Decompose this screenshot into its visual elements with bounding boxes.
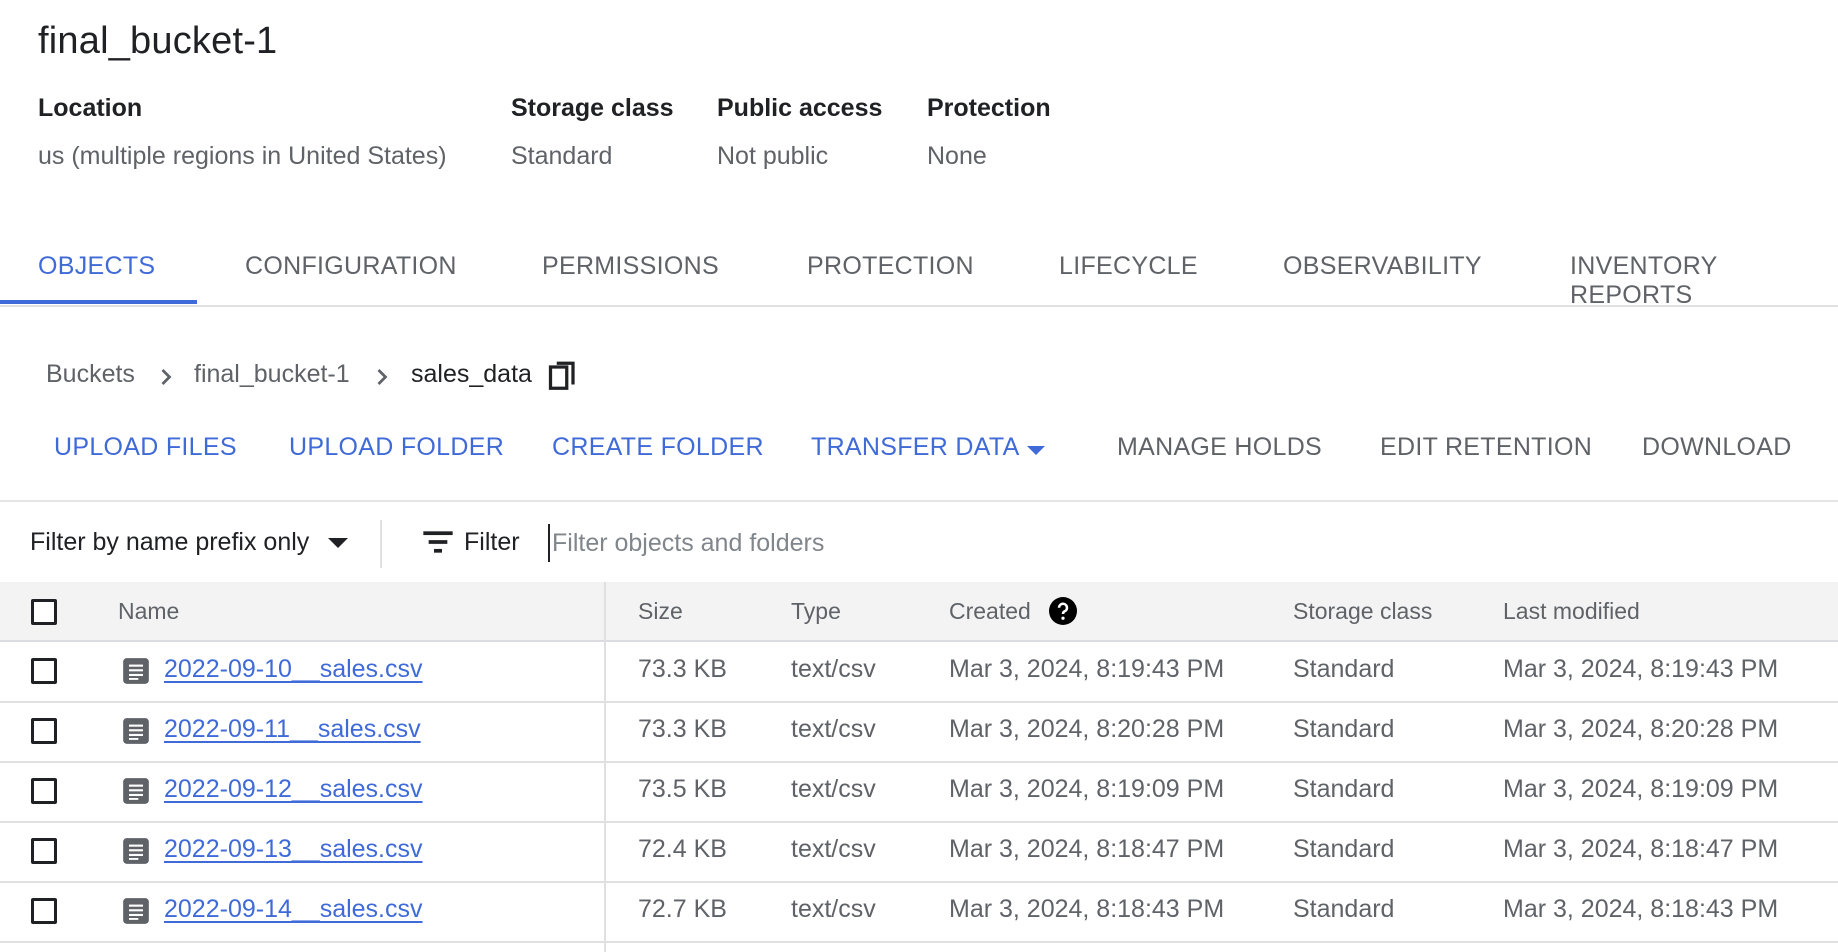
file-name-link[interactable]: 2022-09-13__sales.csv — [164, 835, 423, 864]
public-access-value: Not public — [717, 142, 829, 170]
transfer-data-button[interactable]: TRANSFER DATA — [811, 433, 1020, 462]
table-row: 2022-09-13__sales.csv 72.4 KB text/csv M… — [0, 821, 1838, 883]
file-name-link[interactable]: 2022-09-11__sales.csv — [164, 715, 421, 744]
breadcrumb-buckets[interactable]: Buckets — [46, 360, 135, 389]
table-row: 2022-09-12__sales.csv 73.5 KB text/csv M… — [0, 761, 1838, 823]
file-icon — [123, 838, 149, 864]
tab-protection[interactable]: PROTECTION — [807, 252, 974, 281]
active-tab-indicator — [0, 300, 197, 304]
file-size: 73.5 KB — [638, 775, 727, 803]
filter-mode-select[interactable]: Filter by name prefix only — [30, 528, 309, 557]
file-last-modified: Mar 3, 2024, 8:18:47 PM — [1503, 835, 1779, 863]
filter-bar: Filter by name prefix only Filter — [0, 500, 1838, 584]
tab-bar: OBJECTS CONFIGURATION PERMISSIONS PROTEC… — [0, 235, 1838, 310]
tab-lifecycle[interactable]: LIFECYCLE — [1059, 252, 1198, 281]
file-storage-class: Standard — [1293, 775, 1395, 803]
help-icon[interactable] — [1049, 597, 1077, 625]
upload-files-button[interactable]: UPLOAD FILES — [54, 433, 237, 462]
file-type: text/csv — [791, 775, 876, 803]
file-storage-class: Standard — [1293, 895, 1395, 923]
storage-class-value: Standard — [511, 142, 613, 170]
file-storage-class: Standard — [1293, 655, 1395, 683]
file-icon — [123, 778, 149, 804]
download-button[interactable]: DOWNLOAD — [1642, 433, 1792, 462]
column-header-created[interactable]: Created — [949, 598, 1031, 625]
file-created: Mar 3, 2024, 8:19:09 PM — [949, 775, 1225, 803]
row-checkbox[interactable] — [31, 778, 57, 804]
tab-permissions[interactable]: PERMISSIONS — [542, 252, 719, 281]
file-type: text/csv — [791, 895, 876, 923]
protection-value: None — [927, 142, 987, 170]
table-row: 2022-09-14__sales.csv 72.7 KB text/csv M… — [0, 881, 1838, 943]
row-checkbox[interactable] — [31, 658, 57, 684]
copy-icon[interactable] — [548, 360, 578, 394]
column-header-name[interactable]: Name — [118, 598, 179, 625]
row-checkbox[interactable] — [31, 898, 57, 924]
file-size: 72.4 KB — [638, 835, 727, 863]
filter-label: Filter — [464, 528, 520, 556]
table-row: 2022-09-10__sales.csv 73.3 KB text/csv M… — [0, 641, 1838, 703]
file-created: Mar 3, 2024, 8:20:28 PM — [949, 715, 1225, 743]
file-storage-class: Standard — [1293, 835, 1395, 863]
create-folder-button[interactable]: CREATE FOLDER — [552, 433, 764, 462]
filter-input[interactable] — [548, 524, 1752, 562]
row-checkbox[interactable] — [31, 838, 57, 864]
table-header: Name Size Type Created Storage class Las… — [0, 582, 1838, 642]
filter-icon[interactable] — [422, 528, 454, 556]
file-last-modified: Mar 3, 2024, 8:19:43 PM — [1503, 655, 1779, 683]
transfer-data-dropdown-icon[interactable] — [1027, 446, 1045, 455]
file-icon — [123, 898, 149, 924]
file-created: Mar 3, 2024, 8:18:47 PM — [949, 835, 1225, 863]
file-size: 73.3 KB — [638, 655, 727, 683]
manage-holds-button[interactable]: MANAGE HOLDS — [1117, 433, 1322, 462]
tab-observability[interactable]: OBSERVABILITY — [1283, 252, 1482, 281]
file-icon — [123, 658, 149, 684]
chevron-right-icon — [377, 369, 388, 385]
select-all-checkbox[interactable] — [31, 599, 57, 625]
file-type: text/csv — [791, 835, 876, 863]
column-header-type[interactable]: Type — [791, 598, 841, 625]
file-icon — [123, 718, 149, 744]
chevron-right-icon — [161, 369, 172, 385]
file-created: Mar 3, 2024, 8:19:43 PM — [949, 655, 1225, 683]
column-header-size[interactable]: Size — [638, 598, 683, 625]
divider — [380, 520, 382, 568]
location-label: Location — [38, 94, 143, 122]
file-type: text/csv — [791, 655, 876, 683]
public-access-label: Public access — [717, 94, 883, 122]
row-checkbox[interactable] — [31, 718, 57, 744]
file-last-modified: Mar 3, 2024, 8:18:43 PM — [1503, 895, 1779, 923]
breadcrumb-bucket[interactable]: final_bucket-1 — [194, 360, 350, 389]
file-name-link[interactable]: 2022-09-12__sales.csv — [164, 775, 423, 804]
file-size: 73.3 KB — [638, 715, 727, 743]
file-created: Mar 3, 2024, 8:18:43 PM — [949, 895, 1225, 923]
tab-inventory-reports[interactable]: INVENTORY REPORTS — [1570, 252, 1838, 310]
breadcrumb-current-folder: sales_data — [411, 360, 532, 388]
upload-folder-button[interactable]: UPLOAD FOLDER — [289, 433, 504, 462]
column-header-last-modified[interactable]: Last modified — [1503, 598, 1640, 625]
location-value: us (multiple regions in United States) — [38, 142, 447, 170]
file-type: text/csv — [791, 715, 876, 743]
bucket-title: final_bucket-1 — [38, 20, 278, 62]
edit-retention-button[interactable]: EDIT RETENTION — [1380, 433, 1592, 462]
file-size: 72.7 KB — [638, 895, 727, 923]
file-name-link[interactable]: 2022-09-14__sales.csv — [164, 895, 423, 924]
file-name-link[interactable]: 2022-09-10__sales.csv — [164, 655, 423, 684]
filter-mode-dropdown-icon[interactable] — [328, 538, 348, 548]
tab-configuration[interactable]: CONFIGURATION — [245, 252, 457, 281]
table-row: 2022-09-11__sales.csv 73.3 KB text/csv M… — [0, 701, 1838, 763]
file-storage-class: Standard — [1293, 715, 1395, 743]
protection-label: Protection — [927, 94, 1051, 122]
tab-objects[interactable]: OBJECTS — [38, 252, 155, 281]
storage-class-label: Storage class — [511, 94, 674, 122]
column-header-storage-class[interactable]: Storage class — [1293, 598, 1432, 625]
file-last-modified: Mar 3, 2024, 8:19:09 PM — [1503, 775, 1779, 803]
file-last-modified: Mar 3, 2024, 8:20:28 PM — [1503, 715, 1779, 743]
